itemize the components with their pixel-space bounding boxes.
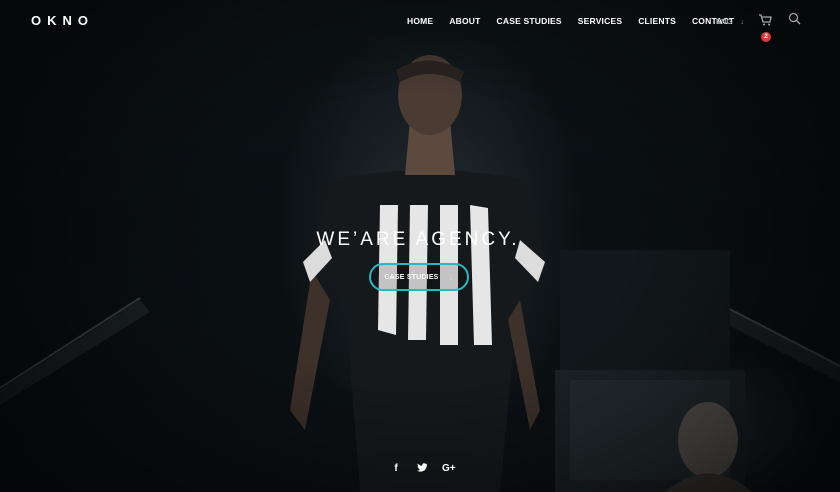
google-plus-icon[interactable]: G+ <box>442 463 456 475</box>
nav-home[interactable]: HOME <box>407 16 433 26</box>
top-navigation: OKNO HOME ABOUT CASE STUDIES SERVICES CL… <box>0 0 840 42</box>
brand-logo[interactable]: OKNO <box>31 13 94 28</box>
language-selector[interactable]: ENG ↓ <box>716 17 744 26</box>
case-studies-button[interactable]: CASE STUDIES ↓ <box>369 263 469 291</box>
language-label: ENG <box>716 17 733 26</box>
chevron-down-icon: ↓ <box>740 19 744 26</box>
cart-icon[interactable] <box>758 13 772 31</box>
nav-clients[interactable]: CLIENTS <box>638 16 676 26</box>
nav-about[interactable]: ABOUT <box>449 16 480 26</box>
nav-case-studies[interactable]: CASE STUDIES <box>497 16 562 26</box>
cta-label: CASE STUDIES <box>384 273 439 281</box>
social-links: f G+ <box>390 463 456 475</box>
cart-count-badge: 2 <box>761 32 771 42</box>
facebook-icon[interactable]: f <box>390 463 402 475</box>
nav-services[interactable]: SERVICES <box>578 16 622 26</box>
search-icon[interactable] <box>788 12 801 30</box>
twitter-icon[interactable] <box>416 463 428 475</box>
main-menu: HOME ABOUT CASE STUDIES SERVICES CLIENTS… <box>407 16 750 26</box>
arrow-down-icon: ↓ <box>448 271 454 283</box>
hero-headline: WE’ARE AGENCY. <box>316 229 520 250</box>
